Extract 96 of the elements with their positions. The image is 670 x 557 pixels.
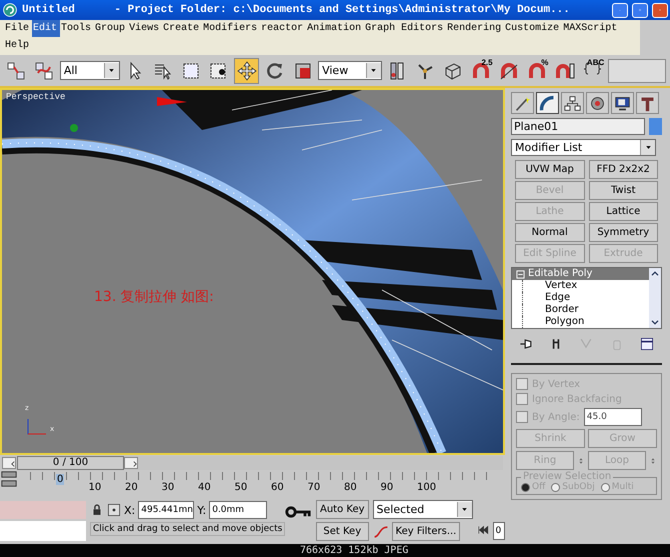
hammer-icon	[639, 94, 656, 112]
rotate-icon	[264, 60, 285, 80]
y-label: Y:	[197, 504, 206, 516]
box-icon	[443, 60, 464, 80]
menu-item[interactable]: Edit	[32, 20, 60, 37]
magnet-icon	[526, 60, 547, 80]
modifier-button[interactable]: FFD 2x2x2	[588, 160, 658, 179]
frame-number: 30	[162, 482, 174, 493]
modifier-button[interactable]: Normal	[515, 223, 584, 242]
next-button[interactable]	[124, 456, 138, 468]
object-color-swatch[interactable]	[649, 118, 662, 135]
modifier-button[interactable]: Twist	[588, 181, 658, 200]
dashed-rectangle-icon	[180, 60, 201, 80]
tool-button[interactable]: 2.5	[468, 58, 494, 84]
tool-button[interactable]: ABC	[580, 58, 606, 84]
image-info-caption: 766x623 152kb JPEG	[0, 544, 670, 557]
wheel-icon	[589, 94, 606, 112]
panel-tab[interactable]	[536, 92, 559, 114]
x-coordinate-field[interactable]: 495.441mn	[138, 501, 194, 519]
text-field[interactable]	[608, 58, 666, 82]
previous-button[interactable]	[2, 456, 16, 468]
key-filters-button[interactable]: Key Filters...	[392, 522, 460, 541]
time-ruler[interactable]: 0 10 20 30 40 50 60 70 80 90 100	[30, 470, 505, 498]
time-slider[interactable]: 0 / 100	[2, 456, 503, 470]
modifier-button[interactable]: UVW Map	[515, 160, 584, 179]
frame-number: 0	[56, 474, 64, 485]
menu-item[interactable]: Group	[94, 20, 128, 37]
menu-item[interactable]: reactor	[260, 20, 306, 37]
step-caption: 13. 复制拉伸 如图:	[94, 288, 214, 306]
frame-number: 70	[308, 482, 320, 493]
menu-item[interactable]: Animation	[306, 20, 364, 37]
frame-number: 20	[125, 482, 138, 493]
frame-number: 60	[271, 482, 284, 493]
y-coordinate-field[interactable]: 0.0mm	[209, 501, 268, 519]
modifier-button[interactable]: Symmetry	[588, 223, 658, 242]
stack-item[interactable]: Editable Poly	[512, 268, 649, 280]
menu-item[interactable]: File	[4, 20, 32, 37]
dropdown[interactable]: Selected	[372, 500, 473, 519]
x-label: X:	[124, 504, 136, 516]
menu-item[interactable]: Modifiers	[202, 20, 260, 37]
menu-item[interactable]: Views	[128, 20, 162, 37]
offset-mode-icon	[107, 503, 121, 517]
menu-item[interactable]: Graph Editors	[364, 20, 446, 37]
time-slider-thumb[interactable]: 0 / 100	[17, 456, 124, 470]
angle-magnet-icon	[499, 60, 520, 80]
go-to-start-icon	[476, 524, 489, 536]
frame-field[interactable]: 0	[492, 522, 505, 540]
maxscript-input[interactable]	[0, 521, 86, 541]
spinner-magnet-icon	[554, 60, 575, 80]
frame-number: 40	[198, 482, 211, 493]
auto-key-button[interactable]: Auto Key	[316, 500, 369, 519]
key-curve-icon	[372, 524, 389, 540]
monitor-icon	[614, 94, 631, 112]
maximize-button[interactable]	[632, 2, 648, 18]
frame-number: 50	[234, 482, 248, 493]
dropdown[interactable]: Modifier List	[511, 139, 656, 156]
close-button[interactable]	[652, 2, 668, 18]
tool-button[interactable]	[234, 58, 260, 84]
unlink-icon	[34, 60, 54, 80]
panel-tab[interactable]	[611, 92, 634, 114]
collapse-icon	[516, 270, 525, 278]
dropdown[interactable]: All	[60, 61, 120, 80]
hierarchy-icon	[564, 94, 581, 112]
frame-number: 80	[344, 482, 357, 493]
tool-button[interactable]: %	[524, 58, 550, 84]
object-name-field[interactable]: Plane01	[511, 118, 645, 135]
arc-icon	[539, 94, 556, 112]
panel-tab[interactable]	[561, 92, 584, 114]
axis-tripod-icon	[26, 416, 48, 436]
menu-item[interactable]: MAXScript	[562, 20, 620, 37]
track-bar-icon	[0, 470, 18, 488]
scale-icon	[292, 60, 313, 80]
configure-icon	[638, 336, 655, 352]
app-logo-icon	[2, 2, 18, 18]
menu-item[interactable]: Tools	[60, 20, 94, 37]
window-title: Untitled - Project Folder: c:\Documents and Settings\Administrator\My Docum...	[22, 4, 571, 16]
menu-item[interactable]: Customize	[504, 20, 562, 37]
menu-item[interactable]: Rendering	[446, 20, 504, 37]
viewport-label[interactable]: Perspective	[6, 92, 66, 102]
minimize-button[interactable]	[612, 2, 628, 18]
link-icon	[6, 60, 26, 80]
panel-tab[interactable]	[586, 92, 609, 114]
dropdown[interactable]: View	[318, 61, 382, 80]
right-caret-icon	[131, 460, 139, 468]
panel-tab[interactable]	[636, 92, 659, 114]
frame-number: 10	[88, 482, 102, 493]
move-icon	[236, 60, 257, 80]
modifier-button[interactable]: Lattice	[588, 202, 658, 221]
modifier-stack[interactable]: Editable Poly Vertex Edge Border Polygon	[511, 267, 662, 329]
menu-item[interactable]: Help	[4, 37, 32, 54]
left-caret-icon	[9, 460, 17, 468]
set-key-button[interactable]: Set Key	[316, 522, 369, 541]
menu-item[interactable]: Create	[162, 20, 202, 37]
frame-number: 100	[417, 482, 436, 493]
frame-number: 90	[380, 482, 394, 493]
magnet-icon	[471, 60, 492, 80]
